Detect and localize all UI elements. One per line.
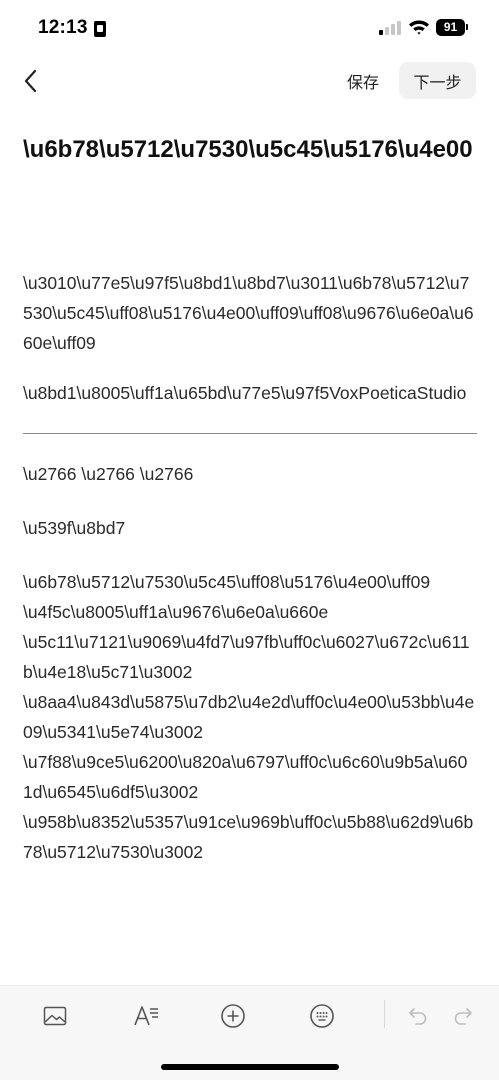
add-button[interactable]	[213, 996, 253, 1036]
ornament-line[interactable]: \u2766 \u2766 \u2766	[23, 459, 477, 489]
poem-line: \u7f88\u9ce5\u6200\u820a\u6797\uff0c\u6c…	[23, 752, 468, 802]
wifi-icon	[409, 20, 429, 35]
toolbar-separator	[384, 1000, 385, 1028]
document-title[interactable]: \u6b78\u5712\u7530\u5c45\u5176\u4e00	[23, 135, 477, 165]
status-time: 12:13	[38, 17, 88, 38]
image-icon	[43, 1006, 67, 1026]
editor-screen: 12:13 91 保存 下一步 \u6b78\u5712\u7530\u5c45…	[0, 0, 499, 1080]
keyboard-icon	[310, 1004, 334, 1028]
status-bar: 12:13 91	[0, 0, 499, 56]
undo-icon	[409, 1008, 427, 1025]
battery-icon: 91	[436, 19, 465, 36]
next-step-button[interactable]: 下一步	[399, 62, 476, 99]
document-subtitle[interactable]: \u3010\u77e5\u97f5\u8bd1\u8bd7\u3011\u6b…	[23, 268, 477, 358]
sim-card-icon	[94, 21, 106, 37]
divider	[23, 433, 477, 434]
keyboard-button[interactable]	[302, 996, 342, 1036]
redo-button[interactable]	[443, 996, 483, 1036]
home-indicator[interactable]	[161, 1064, 339, 1070]
image-button[interactable]	[35, 996, 75, 1036]
document-editor[interactable]: \u6b78\u5712\u7530\u5c45\u5176\u4e00 \u3…	[23, 135, 477, 985]
redo-icon	[454, 1008, 472, 1025]
poem-line: \u8aa4\u843d\u5875\u7db2\u4e2d\uff0c\u4e…	[23, 692, 475, 742]
section-label[interactable]: \u539f\u8bd7	[23, 513, 477, 543]
chevron-left-icon	[24, 69, 37, 93]
poem-line: \u958b\u8352\u5357\u91ce\u969b\uff0c\u5b…	[23, 812, 474, 862]
undo-button[interactable]	[398, 996, 438, 1036]
save-button[interactable]: 保存	[339, 66, 387, 96]
poem-line: \u4f5c\u8005\uff1a\u9676\u6e0a\u660e	[23, 602, 329, 622]
text-format-icon	[134, 1006, 158, 1026]
poem-line: \u5c11\u7121\u9069\u4fd7\u97fb\uff0c\u60…	[23, 632, 470, 682]
battery-tip	[466, 24, 468, 30]
poem-line: \u6b78\u5712\u7530\u5c45\uff08\u5176\u4e…	[23, 572, 431, 592]
poem-block[interactable]: \u6b78\u5712\u7530\u5c45\uff08\u5176\u4e…	[23, 567, 477, 867]
translator-line[interactable]: \u8bd1\u8005\uff1a\u65bd\u77e5\u97f5VoxP…	[23, 378, 477, 408]
add-circle-icon	[221, 1004, 245, 1028]
cellular-signal-icon	[379, 21, 401, 35]
back-button[interactable]	[14, 64, 48, 98]
scroll-fade	[0, 958, 499, 986]
text-format-button[interactable]	[126, 996, 166, 1036]
